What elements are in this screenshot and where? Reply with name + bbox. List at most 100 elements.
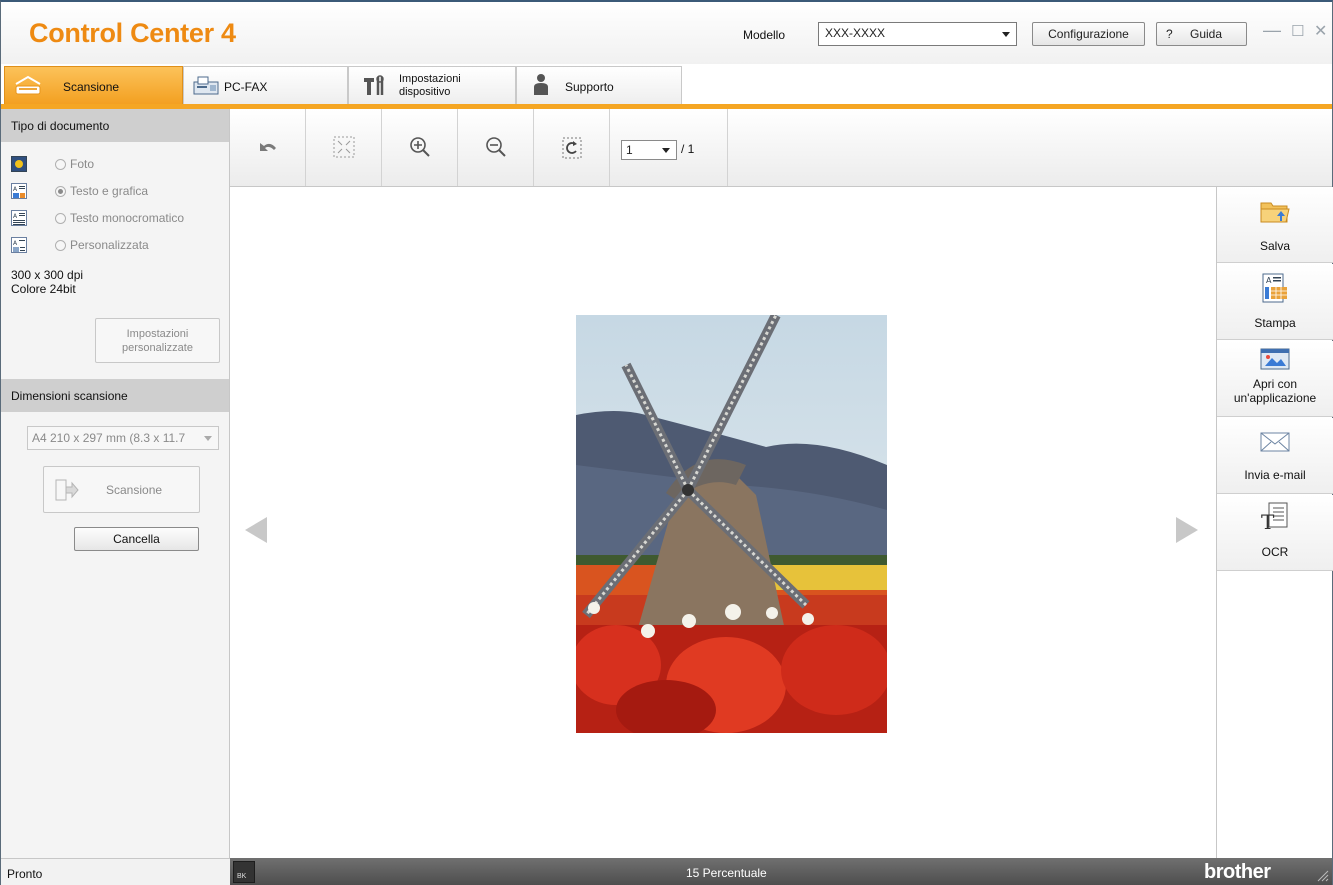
custom-settings-label-2: personalizzate	[122, 342, 193, 354]
rotate-icon	[562, 137, 582, 159]
zoom-out-button[interactable]	[458, 109, 534, 186]
svg-text:A: A	[13, 240, 18, 247]
toolbar-divider	[727, 109, 728, 186]
custom-doc-icon: A	[11, 237, 27, 253]
person-icon	[534, 74, 548, 95]
fit-page-button[interactable]	[306, 109, 382, 186]
text-graphic-icon: A	[11, 183, 27, 199]
svg-text:A: A	[1266, 276, 1272, 285]
zoom-in-icon	[410, 137, 430, 157]
app-logo: Control Center 4	[29, 18, 236, 48]
ocr-icon: T	[1261, 502, 1288, 533]
close-icon[interactable]: ✕	[1314, 21, 1327, 41]
title-bar: Control Center 4 Modello XXX-XXXX Config…	[1, 2, 1332, 64]
status-bar: Pronto BK 15 Percentuale brother	[1, 858, 1332, 885]
color-info: Colore 24bit	[11, 282, 76, 296]
maximize-icon[interactable]: ☐	[1291, 22, 1304, 40]
next-page-icon[interactable]	[1176, 517, 1198, 543]
undo-button[interactable]	[230, 109, 306, 186]
zoom-in-button[interactable]	[382, 109, 458, 186]
page-select-value: 1	[626, 143, 633, 157]
send-email-label: Invia e-mail	[1244, 468, 1306, 482]
help-icon: ?	[1166, 27, 1173, 41]
configuration-button[interactable]: Configurazione	[1032, 22, 1145, 46]
doc-type-heading: Tipo di documento	[1, 109, 229, 142]
previous-page-icon[interactable]	[245, 517, 267, 543]
tab-scansione-label: Scansione	[63, 80, 120, 94]
help-button[interactable]: ? Guida	[1156, 22, 1247, 46]
scan-button-label: Scansione	[106, 483, 163, 497]
text-mono-icon: A	[11, 210, 27, 226]
ink-level-bk: BK	[233, 861, 255, 883]
preview-area	[230, 187, 1216, 858]
app-window: Control Center 4 Modello XXX-XXXX Config…	[0, 0, 1333, 885]
radio-personalizzata[interactable]	[55, 240, 66, 251]
zoom-out-icon	[486, 137, 506, 157]
open-app-icon	[1260, 348, 1290, 370]
scanned-image-windmill	[576, 315, 887, 733]
page-total: / 1	[681, 142, 695, 156]
ink-level-label: BK	[237, 873, 247, 880]
tab-impostazioni-label-1: Impostazioni	[399, 73, 461, 85]
tools-icon	[364, 75, 384, 95]
radio-testo-grafica[interactable]	[55, 186, 66, 197]
action-panel: Salva A Stampa Apri con un'applicazione	[1216, 187, 1333, 858]
cancel-button[interactable]: Cancella	[74, 527, 199, 551]
rotate-button[interactable]	[534, 109, 610, 186]
minimize-icon[interactable]: —	[1263, 20, 1281, 41]
open-with-app-label-2: un'applicazione	[1233, 391, 1317, 405]
status-text: Pronto	[7, 867, 43, 881]
tab-pc-fax[interactable]: PC-FAX	[183, 66, 348, 104]
print-label: Stampa	[1254, 316, 1296, 330]
svg-text:A: A	[13, 186, 18, 193]
preview-toolbar: 1 / 1	[230, 109, 1332, 187]
resize-grip-icon[interactable]	[1315, 868, 1329, 882]
chevron-down-icon	[204, 436, 212, 441]
scanner-icon	[15, 75, 41, 95]
print-button[interactable]: A Stampa	[1217, 264, 1333, 340]
page-select[interactable]: 1	[621, 140, 677, 160]
tab-supporto[interactable]: Supporto	[516, 66, 682, 104]
model-select-value: XXX-XXXX	[825, 26, 886, 40]
zoom-percentage: 15 Percentuale	[686, 866, 767, 880]
photo-icon	[11, 156, 27, 172]
chevron-down-icon	[1002, 32, 1010, 37]
scan-size-select[interactable]: A4 210 x 297 mm (8.3 x 11.7	[27, 426, 219, 450]
undo-icon	[260, 143, 276, 151]
tab-impostazioni-label-2: dispositivo	[399, 86, 451, 98]
scan-size-heading: Dimensioni scansione	[1, 379, 229, 412]
tab-impostazioni-dispositivo[interactable]: Impostazioni dispositivo	[348, 66, 516, 104]
radio-testo-mono[interactable]	[55, 213, 66, 224]
status-bar-dark	[230, 858, 1332, 885]
save-label: Salva	[1259, 239, 1291, 253]
doc-type-personalizzata-label: Personalizzata	[70, 238, 149, 252]
brother-logo: brother	[1204, 861, 1271, 883]
ocr-label: OCR	[1261, 545, 1289, 559]
radio-foto[interactable]	[55, 159, 66, 170]
svg-text:T: T	[1261, 510, 1275, 533]
left-panel: Tipo di documento Foto A Testo e grafica…	[1, 109, 230, 858]
open-with-app-button[interactable]: Apri con un'applicazione	[1217, 341, 1333, 417]
scan-button[interactable]: Scansione	[43, 466, 200, 513]
model-select[interactable]: XXX-XXXX	[818, 22, 1017, 46]
open-with-app-label-1: Apri con	[1252, 377, 1298, 391]
model-label: Modello	[743, 28, 786, 42]
scan-size-value: A4 210 x 297 mm (8.3 x 11.7	[32, 431, 186, 445]
folder-save-icon	[1260, 202, 1290, 223]
tab-scansione[interactable]: Scansione	[4, 66, 183, 104]
send-email-button[interactable]: Invia e-mail	[1217, 418, 1333, 494]
fit-page-icon	[333, 136, 355, 158]
status-left: Pronto	[1, 858, 230, 885]
envelope-icon	[1260, 432, 1290, 452]
chevron-down-icon	[662, 148, 670, 153]
fax-icon	[193, 76, 219, 95]
doc-type-foto-label: Foto	[70, 157, 95, 171]
help-button-label: Guida	[1190, 27, 1223, 41]
save-button[interactable]: Salva	[1217, 187, 1333, 263]
print-icon: A	[1262, 273, 1287, 303]
ocr-button[interactable]: T OCR	[1217, 495, 1333, 571]
scan-arrow-icon	[55, 479, 79, 501]
tab-pc-fax-label: PC-FAX	[224, 80, 268, 94]
doc-type-testo-mono-label: Testo monocromatico	[70, 211, 185, 225]
custom-settings-button[interactable]: Impostazioni personalizzate	[95, 318, 220, 363]
